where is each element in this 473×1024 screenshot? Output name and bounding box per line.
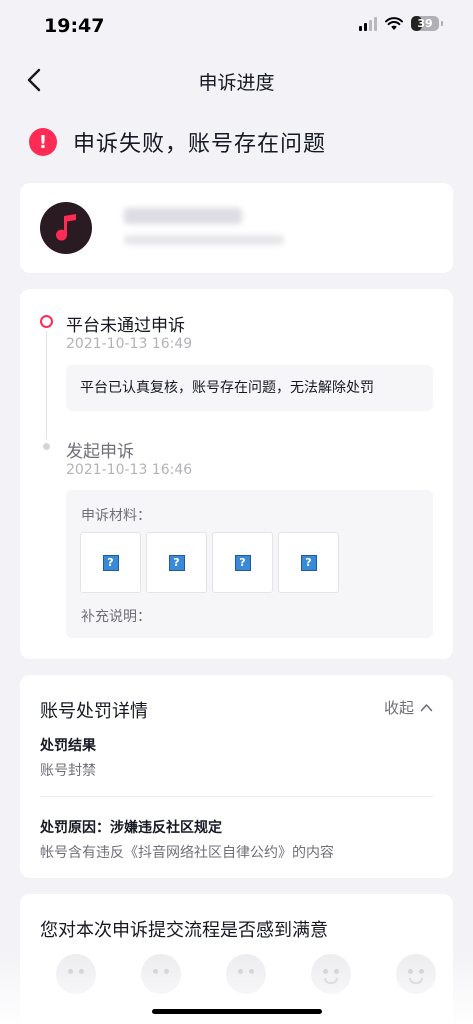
account-card[interactable] <box>20 183 453 273</box>
music-note-icon <box>56 214 76 241</box>
result-text: 申诉失败，账号存在问题 <box>73 132 327 157</box>
timeline-dot <box>43 443 50 450</box>
wifi-icon <box>385 16 403 30</box>
broken-image-icon: ? <box>234 554 251 571</box>
review-message: 平台已认真复核，账号存在问题，无法解除处罚 <box>66 365 433 411</box>
penalty-result-label: 处罚结果 <box>40 738 96 754</box>
account-id-redacted <box>124 235 284 245</box>
appeal-result: ! 申诉失败，账号存在问题 <box>29 126 326 158</box>
step-time-submitted: 2021-10-13 16:46 <box>66 462 193 478</box>
material-thumbnail[interactable]: ? <box>278 532 339 593</box>
chevron-up-icon <box>420 704 433 712</box>
collapse-label: 收起 <box>383 699 414 717</box>
avatar <box>40 202 92 254</box>
materials-label: 申诉材料： <box>81 508 151 524</box>
alert-icon: ! <box>29 128 57 156</box>
battery-icon: 39 <box>411 16 439 31</box>
penalty-details-card: 账号处罚详情 收起 处罚结果 账号封禁 处罚原因：涉嫌违反社区规定 帐号含有违反… <box>20 675 453 878</box>
broken-image-icon: ? <box>102 554 119 571</box>
penalty-reason-value: 帐号含有违反《抖音网络社区自律公约》的内容 <box>40 845 334 861</box>
account-name-redacted <box>124 208 242 224</box>
timeline-dot-active <box>40 315 53 328</box>
survey-title: 您对本次申诉提交流程是否感到满意 <box>40 920 328 941</box>
penalty-title: 账号处罚详情 <box>40 701 148 722</box>
status-icons: 39 <box>359 16 443 31</box>
appeal-materials: 申诉材料： ? ? ? ? 补充说明： <box>66 490 433 638</box>
step-title-submitted: 发起申诉 <box>66 442 134 462</box>
very-dissatisfied-face-icon[interactable] <box>56 954 96 994</box>
dissatisfied-face-icon[interactable] <box>141 954 181 994</box>
collapse-button[interactable]: 收起 <box>384 697 433 718</box>
battery-level: 39 <box>417 17 433 30</box>
status-bar: 19:47 39 <box>0 0 473 52</box>
supplement-label: 补充说明： <box>81 609 151 625</box>
penalty-result-value: 账号封禁 <box>40 763 96 779</box>
neutral-face-icon[interactable] <box>226 954 266 994</box>
page-title: 申诉进度 <box>198 72 275 94</box>
broken-image-icon: ? <box>300 554 317 571</box>
penalty-reason-label: 处罚原因：涉嫌违反社区规定 <box>40 820 222 836</box>
step-title-rejected: 平台未通过申诉 <box>66 316 185 336</box>
appeal-timeline-card: 平台未通过申诉 2021-10-13 16:49 平台已认真复核，账号存在问题，… <box>20 289 453 659</box>
timeline-line <box>46 331 47 439</box>
cellular-signal-icon <box>359 16 377 31</box>
satisfaction-survey-card: 您对本次申诉提交流程是否感到满意 <box>20 894 453 1024</box>
material-thumbnails: ? ? ? ? <box>80 532 339 593</box>
home-indicator[interactable] <box>152 1009 322 1014</box>
status-time: 19:47 <box>44 15 105 37</box>
nav-bar: 申诉进度 <box>0 56 473 104</box>
material-thumbnail[interactable]: ? <box>80 532 141 593</box>
divider <box>40 796 433 797</box>
material-thumbnail[interactable]: ? <box>212 532 273 593</box>
rating-options <box>56 954 436 994</box>
step-time-rejected: 2021-10-13 16:49 <box>66 336 193 352</box>
satisfied-face-icon[interactable] <box>311 954 351 994</box>
very-satisfied-face-icon[interactable] <box>396 954 436 994</box>
broken-image-icon: ? <box>168 554 185 571</box>
material-thumbnail[interactable]: ? <box>146 532 207 593</box>
